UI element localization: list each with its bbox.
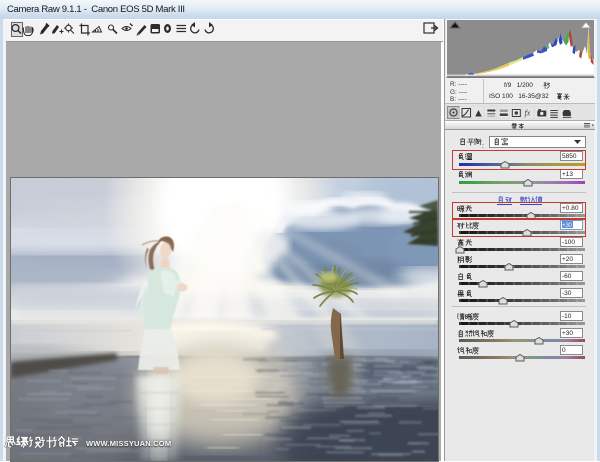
svg-text:fx: fx [525, 109, 531, 118]
